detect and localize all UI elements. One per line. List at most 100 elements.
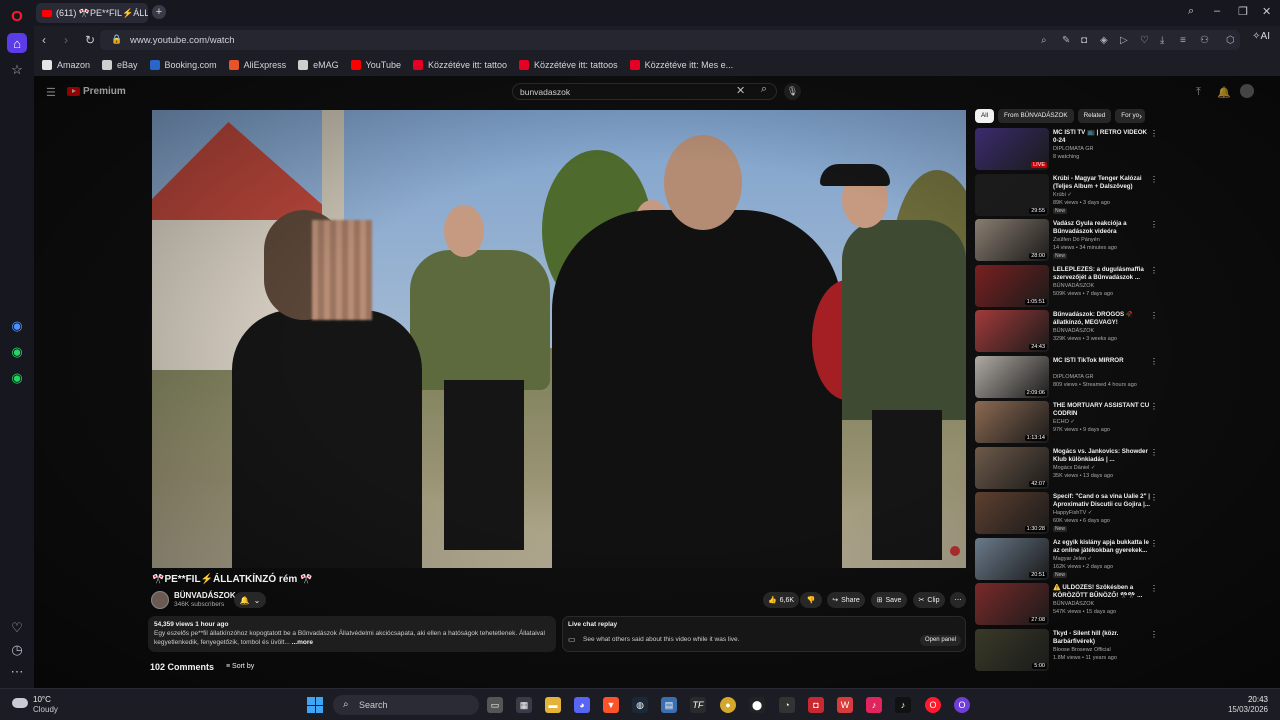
recommended-channel[interactable]: Zsülfen Dó Pányén [1053,237,1100,243]
aria-ai-button[interactable]: ✧AI [1252,31,1270,42]
video-thumbnail[interactable]: 42:07 [975,446,1049,489]
clear-search-icon[interactable]: ✕ [736,84,745,97]
opera-gx-icon[interactable]: O [954,697,970,713]
more-vert-icon[interactable]: ⋮ [1150,493,1158,502]
back-icon[interactable]: ‹ [42,33,46,47]
video-thumbnail[interactable]: LIVE [975,128,1049,170]
video-thumbnail[interactable]: 1:13:14 [975,401,1049,443]
sort-by-button[interactable]: ≡ Sort by [226,663,254,670]
like-button[interactable]: 👍 6,6K [763,592,799,608]
file-explorer-icon[interactable]: ▬ [545,697,561,713]
weather-temperature[interactable]: 10°C [33,695,51,704]
bookmark-item[interactable]: YouTube [350,60,401,70]
red-app-icon[interactable]: ◘ [808,697,824,713]
heart-icon[interactable]: ♡ [7,618,27,638]
recommended-channel[interactable]: BÜNVADÁSZOK [1053,601,1094,607]
open-panel-button[interactable]: Open panel [919,635,961,646]
more-vert-icon[interactable]: ⋮ [1150,539,1158,548]
recommended-video[interactable]: 1:05:51 LELEPLEZÉS: a dugulásmaffia szerv… [975,264,1158,309]
video-thumbnail[interactable]: 20:51 [975,537,1049,580]
recommended-video-title[interactable]: Specif: "Cand o sa vina Ualie 2" | Aprox… [1053,493,1153,509]
recommended-video[interactable]: LIVE MC ISTI TV 📺 | RETRO VIDEÓK 0-24 DIPL… [975,128,1158,172]
recommended-video-title[interactable]: MC ISTI TikTok MIRROR [1053,357,1153,365]
shield-icon[interactable]: ◈ [1100,35,1108,46]
recommended-channel[interactable]: Mogács Dániel ✓ [1053,465,1096,471]
more-vert-icon[interactable]: ⋮ [1150,129,1158,138]
new-tab-button[interactable]: + [152,5,166,19]
download-icon[interactable]: ⤓ [1160,35,1164,46]
channel-name[interactable]: BÜNVADÁSZOK [174,591,236,600]
recommended-video-title[interactable]: ⚠️ ÜLDÖZÉS! Szökésben a KÖRÖZÖTT BŰNÖZŐ!… [1053,584,1153,600]
task-view-icon[interactable]: ▭ [487,697,503,713]
search-icon[interactable]: ⌕ [752,83,776,100]
steam-icon[interactable]: ◍ [632,697,648,713]
extension-icon[interactable]: ⬡ [1226,35,1235,46]
recommended-channel[interactable]: DIPLOMATA GR [1053,146,1093,152]
search-tabs-icon[interactable]: ⌕ [1188,5,1194,18]
recommended-video-title[interactable]: Az egyik kislány apja bukkatta le az onl… [1053,539,1153,555]
tab-youtube[interactable]: (611) 🎌PE**FIL⚡ÁLLATK [36,3,148,23]
discord-icon[interactable]: ◕ [574,697,590,713]
subscribed-bell-button[interactable]: 🔔 ⌄ [234,592,266,608]
avatar[interactable] [1240,84,1254,98]
video-thumbnail[interactable]: 27:08 [975,583,1049,625]
share-button[interactable]: ↪ Share [827,592,865,608]
bookmark-item[interactable]: Közzétéve itt: tattoos [519,60,618,70]
filter-chip[interactable]: From BÜNVADÁSZOK [998,109,1074,123]
home-icon[interactable]: ⌂ [7,33,27,53]
recommended-video[interactable]: 2:09:06 MC ISTI TikTok MIRROR DIPLOMATA GR… [975,355,1158,400]
video-thumbnail[interactable]: 24:43 [975,310,1049,352]
recommended-video[interactable]: 20:51 Az egyik kislány apja bukkatta le a… [975,537,1158,582]
recommended-video-title[interactable]: MC ISTI TV 📺 | RETRO VIDEÓK 0-24 [1053,129,1153,145]
video-thumbnail[interactable]: 29:55 [975,173,1049,216]
filter-chip[interactable]: All [975,109,994,123]
recommended-video[interactable]: 42:07 Mogács vs. Jankovics: Showder Klub … [975,446,1158,491]
wps-icon[interactable]: W [837,697,853,713]
camera-icon[interactable]: ◘ [1081,35,1087,46]
search-page-icon[interactable]: ⌕ [1041,35,1047,46]
video-thumbnail[interactable]: 1:30:28 [975,492,1049,534]
star-icon[interactable]: ☆ [7,60,27,80]
hamburger-menu-icon[interactable]: ☰ [46,86,56,99]
channel-avatar[interactable] [151,591,169,609]
opera-taskbar-icon[interactable]: O [925,697,941,713]
spotify-icon[interactable]: ◉ [7,368,27,388]
menu-icon[interactable]: ≡ [1180,35,1186,46]
recommended-video-title[interactable]: THE MORTUARY ASSISTANT CU CODRIN [1053,402,1153,418]
more-vert-icon[interactable]: ⋮ [1150,630,1158,639]
clip-button[interactable]: ✂ Clip [913,592,945,608]
music-app-icon[interactable]: ♪ [866,697,882,713]
video-player[interactable] [152,110,966,568]
recommended-channel[interactable]: HappyFishTV ✓ [1053,510,1092,516]
recommended-video-title[interactable]: Bűnvadászok: DROGOS 🥀 állatkínzó, MEGVAG… [1053,311,1153,327]
history-icon[interactable]: ◷ [7,640,27,660]
filter-chip[interactable]: Related [1077,109,1112,123]
github-icon[interactable]: ◔ [779,697,795,713]
close-icon[interactable]: ✕ [1262,5,1271,18]
upload-icon[interactable]: ⤒ [1196,86,1201,99]
more-vert-icon[interactable]: ⋮ [1150,357,1158,366]
bookmark-item[interactable]: Közzétéve itt: Mes e... [629,60,733,70]
maximize-icon[interactable]: ❐ [1238,5,1248,18]
messenger-icon[interactable]: ◉ [7,316,27,336]
recommended-channel[interactable]: BÜNVADÁSZOK [1053,328,1094,334]
heart-icon[interactable]: ♡ [1140,35,1149,46]
weather-condition[interactable]: Cloudy [33,705,58,714]
more-actions-button[interactable]: ⋯ [950,592,966,608]
whatsapp-icon[interactable]: ◉ [7,342,27,362]
tf-app-icon[interactable]: TF [690,697,706,713]
description-box[interactable]: 54,359 views 1 hour ago Egy eszelős pe**… [148,616,556,652]
taskbar-search-input[interactable]: Search [333,695,479,715]
notifications-icon[interactable]: 🔔 [1217,86,1231,99]
recommended-channel[interactable]: Bloose Brosewz Official [1053,647,1111,653]
bookmark-item[interactable]: AliExpress [228,60,286,70]
coin-app-icon[interactable]: ● [720,697,736,713]
edit-icon[interactable]: ✎ [1062,35,1070,46]
recommended-channel[interactable]: Magyar Jelen ✓ [1053,556,1092,562]
opera-logo-icon[interactable]: O [7,6,27,26]
recommended-video[interactable]: 27:08 ⚠️ ÜLDÖZÉS! Szökésben a KÖRÖZÖTT BŰ… [975,583,1158,627]
reload-icon[interactable]: ↻ [85,33,95,47]
brave-icon[interactable]: ▼ [603,697,619,713]
more-vert-icon[interactable]: ⋮ [1150,266,1158,275]
recommended-video-title[interactable]: LELEPLEZÉS: a dugulásmaffia szervezőjét … [1053,266,1153,282]
